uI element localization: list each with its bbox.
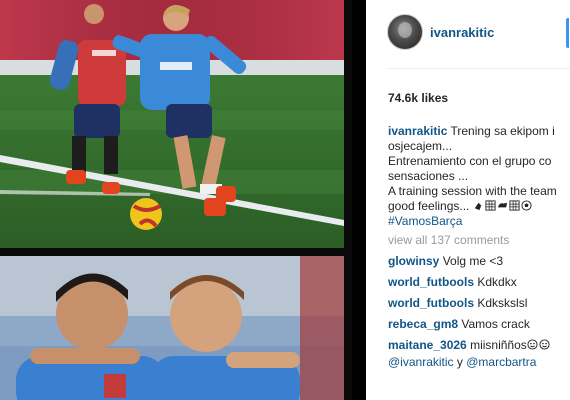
author-username[interactable]: ivanrakitic [430,25,494,40]
view-all-comments-link[interactable]: view all 137 comments [388,233,570,248]
post-caption: ivanrakitic Trening sa ekipom i osjecaje… [388,124,570,229]
emoji-grid-icon [509,200,520,211]
comment-text: y [456,355,463,369]
caption-line-2: osjecajem... [388,139,453,153]
caption-username[interactable]: ivanrakitic [388,124,447,138]
caption-line-6: good feelings... [388,199,470,213]
soccer-ball-icon [521,200,532,211]
comment-item: world_futbools Kdkdkx [388,275,570,290]
emoji-hand-icon [474,202,481,211]
caption-line-4: sensaciones ... [388,169,469,183]
mention-link[interactable]: @marcbartra [466,355,536,369]
comment-username[interactable]: rebeca_gm8 [388,317,458,331]
caption-line-5: A training session with the team [388,184,557,198]
comment-text: miisniñños [470,338,527,352]
follow-button[interactable] [566,18,569,48]
caption-line-1: Trening sa ekipom i [450,124,555,138]
comment-item: rebeca_gm8 Vamos crack [388,317,570,332]
post-header: ivanrakitic [366,0,570,66]
header-divider [386,68,570,69]
comment-item: glowinsy Volg me <3 [388,254,570,269]
post-details-panel: ivanrakitic 74.6k likes ivanrakitic Tren… [366,0,570,400]
comment-text: Kdkskslsl [477,296,528,310]
mention-link[interactable]: @ivanrakitic [388,355,454,369]
comments-list: ivanrakitic Trening sa ekipom i osjecaje… [388,124,570,370]
comment-item: @ivanrakitic y @marcbartra [388,355,570,370]
comment-text: Vamos crack [461,317,530,331]
team-photo-image [0,256,344,400]
avatar[interactable] [387,14,423,50]
comment-username[interactable]: world_futbools [388,296,474,310]
comment-username[interactable]: maitane_3026 [388,338,467,352]
comment-text: Kdkdkx [477,275,517,289]
training-photo-image [0,0,344,248]
comment-username[interactable]: world_futbools [388,275,474,289]
emoji-flex-icon [497,202,507,208]
comment-text: Volg me <3 [442,254,504,268]
comment-item: world_futbools Kdkskslsl [388,296,570,311]
comment-item: maitane_3026 miisniñños [388,338,570,353]
like-count[interactable]: 74.6k likes [388,91,448,105]
comment-username[interactable]: glowinsy [388,254,439,268]
emoji-grid-icon [485,200,496,211]
training-photo[interactable] [0,0,344,248]
post-media[interactable] [0,0,352,400]
smiley-icon [539,339,550,350]
team-photo[interactable] [0,256,344,400]
caption-line-3: Entrenamiento con el grupo co [388,154,552,168]
caption-hashtag[interactable]: #VamosBarça [388,214,570,229]
smiley-icon [527,339,538,350]
